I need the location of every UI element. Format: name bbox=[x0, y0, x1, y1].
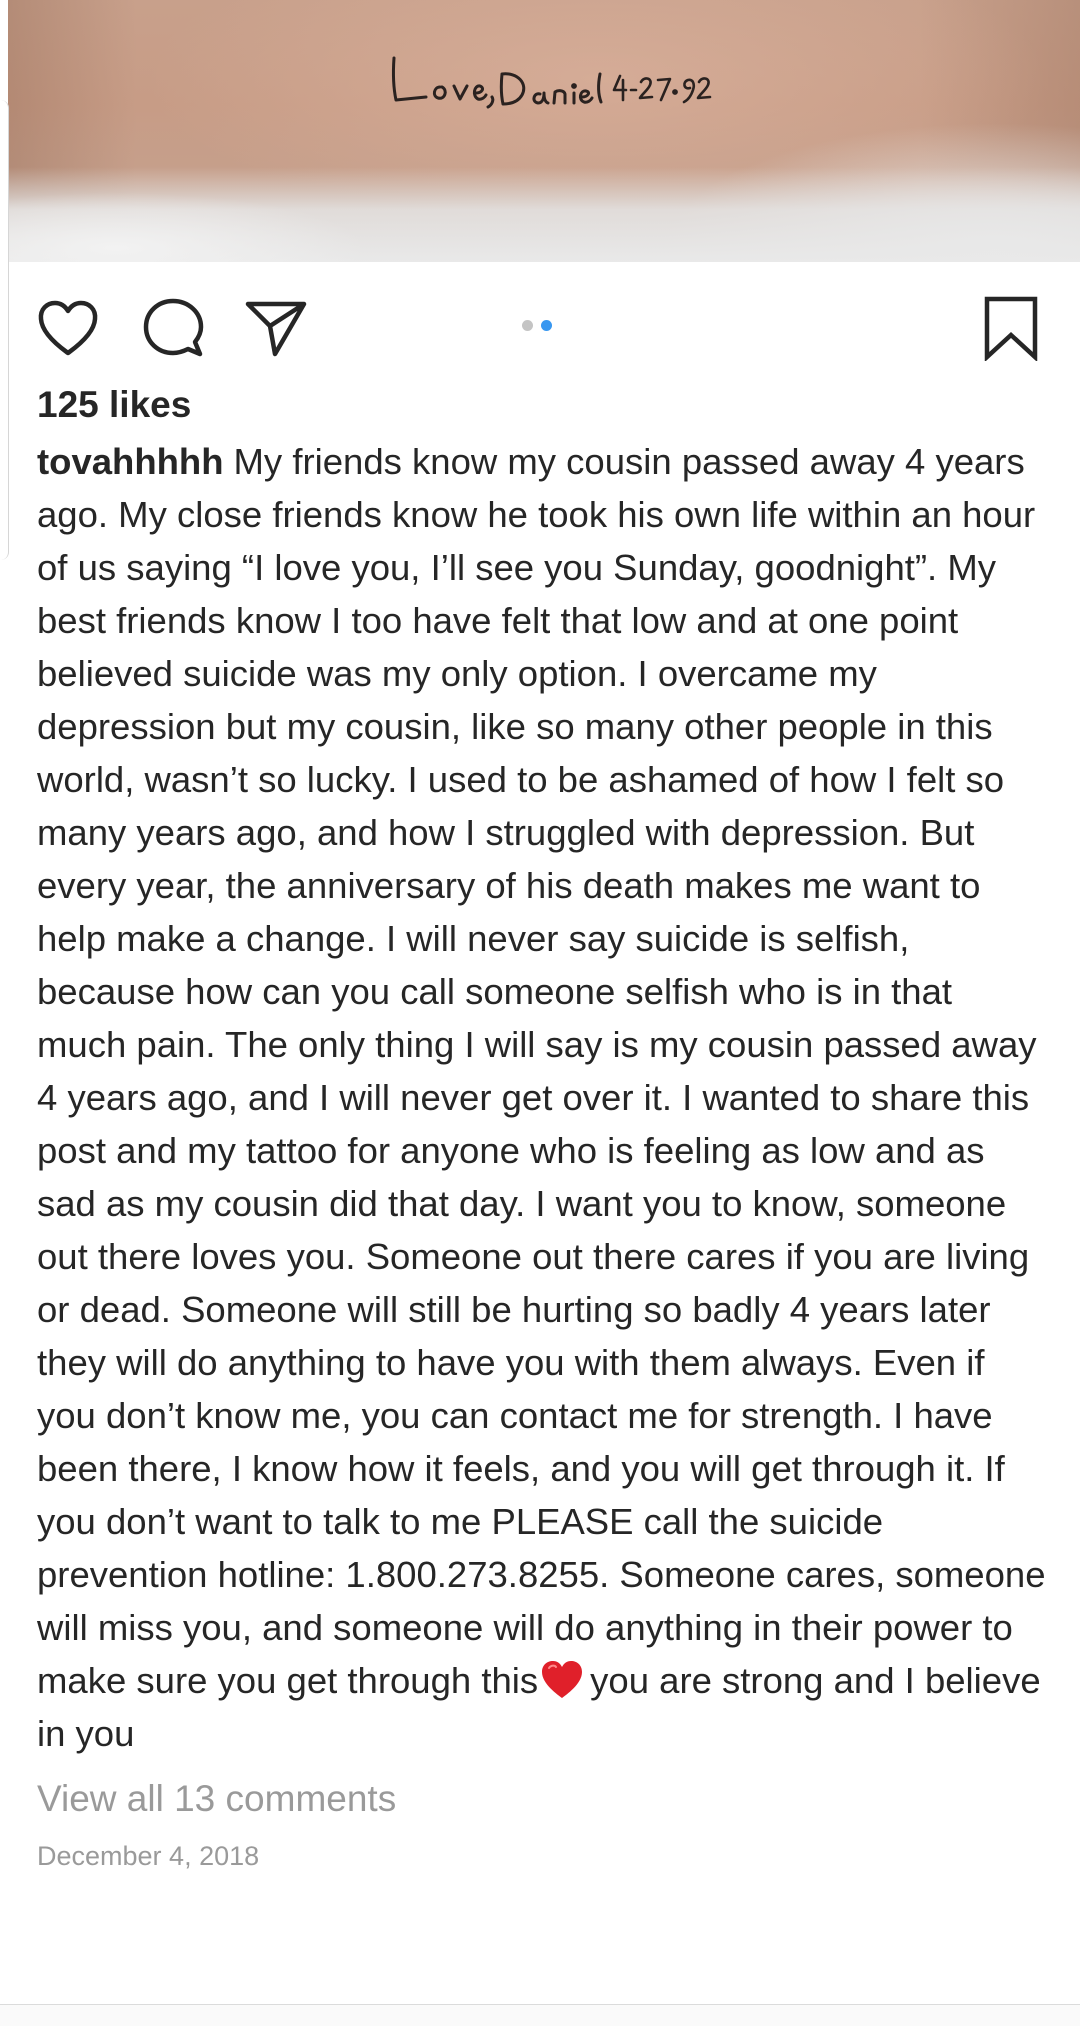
like-button[interactable] bbox=[32, 292, 104, 364]
heart-outline-icon bbox=[38, 300, 98, 356]
carousel-dot bbox=[522, 320, 533, 331]
photo-sheet-corner bbox=[8, 192, 368, 262]
save-button[interactable] bbox=[975, 292, 1047, 364]
post-date: December 4, 2018 bbox=[37, 1841, 260, 1871]
caption-text: My friends know my cousin passed away 4 … bbox=[37, 441, 1046, 1701]
instagram-post: 125 likes tovahhhhh My friends know my co… bbox=[0, 0, 1080, 2026]
tattoo-script bbox=[391, 56, 712, 109]
likes-count[interactable]: 125 likes bbox=[37, 380, 1047, 430]
red-heart-emoji bbox=[542, 1661, 583, 1698]
speech-bubble-icon bbox=[143, 298, 204, 357]
bottom-divider bbox=[0, 2004, 1080, 2026]
comment-button[interactable] bbox=[137, 292, 209, 364]
username-link[interactable]: tovahhhhh bbox=[37, 441, 224, 482]
paper-plane-icon bbox=[245, 301, 307, 357]
caption: tovahhhhh My friends know my cousin passe… bbox=[37, 435, 1047, 1760]
action-bar bbox=[0, 262, 1080, 382]
bookmark-icon bbox=[984, 296, 1038, 361]
post-photo[interactable] bbox=[8, 0, 1080, 262]
carousel-dot-active bbox=[541, 320, 552, 331]
carousel-indicator bbox=[522, 320, 552, 331]
share-button[interactable] bbox=[240, 292, 312, 364]
post-details: 125 likes tovahhhhh My friends know my co… bbox=[37, 380, 1047, 1876]
view-comments-link[interactable]: View all 13 comments bbox=[37, 1774, 1047, 1824]
